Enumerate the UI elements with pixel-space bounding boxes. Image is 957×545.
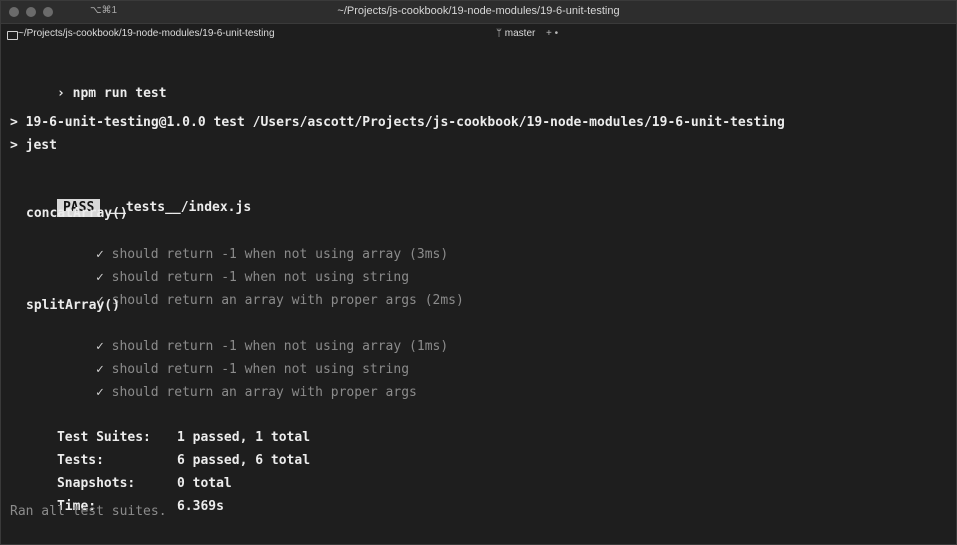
title-bar: ⌥⌘1 ~/Projects/js-cookbook/19-node-modul…: [1, 1, 956, 24]
window-title: ~/Projects/js-cookbook/19-node-modules/1…: [337, 5, 620, 17]
tab-bar: ~/Projects/js-cookbook/19-node-modules/1…: [1, 24, 956, 44]
current-path: ~/Projects/js-cookbook/19-node-modules/1…: [18, 28, 275, 39]
run-footer: Ran all test suites.: [10, 504, 167, 519]
test-result-text: should return an array with proper args …: [111, 293, 464, 308]
command-text: npm run test: [72, 86, 167, 101]
jest-line: > jest: [10, 138, 57, 153]
suite-name: concatArray(): [26, 206, 128, 221]
folder-icon: [7, 31, 18, 40]
terminal-window: ⌥⌘1 ~/Projects/js-cookbook/19-node-modul…: [0, 0, 957, 545]
test-file-name: __tests__/index.js: [110, 200, 252, 215]
test-result-text: should return an array with proper args: [111, 385, 417, 400]
git-branch: ᛘ master: [496, 28, 535, 39]
command-line: › npm run test: [10, 67, 167, 121]
script-line: > 19-6-unit-testing@1.0.0 test /Users/as…: [10, 115, 785, 130]
suite-name: splitArray(): [26, 298, 120, 313]
git-status: + •: [546, 28, 559, 39]
branch-icon: ᛘ: [496, 28, 502, 39]
summary-value: 6.369s: [176, 499, 224, 514]
check-icon: ✓: [95, 385, 104, 400]
prompt-icon: ›: [56, 86, 65, 101]
branch-name: master: [504, 28, 536, 39]
